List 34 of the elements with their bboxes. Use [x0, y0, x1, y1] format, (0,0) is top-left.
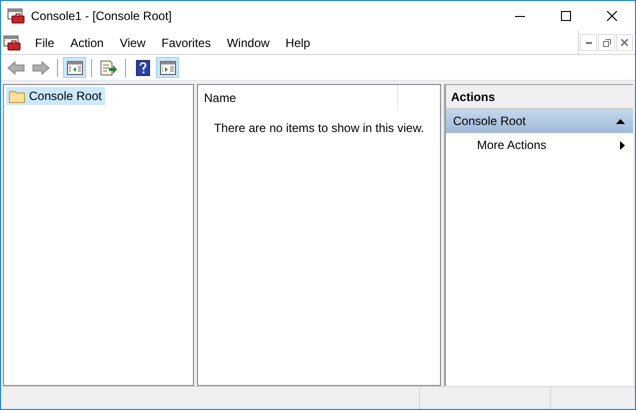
close-icon — [607, 11, 617, 21]
window-title: Console1 - [Console Root] — [31, 8, 172, 25]
actions-section-header[interactable]: Console Root — [446, 109, 633, 133]
action-item[interactable]: More Actions — [446, 133, 633, 157]
folder-icon — [9, 90, 25, 102]
back-arrow-icon — [6, 60, 24, 74]
export-list-icon — [100, 60, 118, 76]
menu-item[interactable]: View — [112, 34, 154, 52]
maximize-icon — [561, 11, 571, 21]
app-icon — [7, 8, 25, 24]
collapse-icon — [616, 118, 625, 124]
tree-item[interactable]: Console Root — [6, 87, 105, 105]
menu-item[interactable]: Favorites — [154, 34, 219, 52]
console-menu-icon — [3, 34, 21, 50]
restore-button[interactable] — [598, 34, 615, 51]
pane-icon — [66, 60, 82, 74]
restore-icon — [602, 38, 610, 46]
menu-item[interactable]: Window — [218, 34, 278, 52]
column-header[interactable]: Name — [198, 85, 398, 110]
menu-item[interactable]: Action — [62, 34, 112, 52]
toolbar-button[interactable] — [63, 57, 86, 78]
empty-message: There are no items to show in this view. — [214, 120, 424, 137]
minimize-button[interactable] — [580, 34, 597, 51]
minimize-icon — [586, 42, 592, 44]
forward-arrow-icon — [32, 60, 50, 74]
tree-item-label: Console Root — [29, 88, 102, 105]
menu-item[interactable]: Help — [278, 34, 318, 52]
menu-item[interactable]: File — [27, 34, 62, 52]
close-icon — [621, 39, 628, 46]
help-icon — [136, 60, 150, 76]
actions-header: Actions — [446, 85, 633, 109]
submenu-arrow-icon — [620, 140, 625, 150]
toolbar-button[interactable] — [156, 57, 179, 78]
pane-icon — [160, 60, 176, 74]
